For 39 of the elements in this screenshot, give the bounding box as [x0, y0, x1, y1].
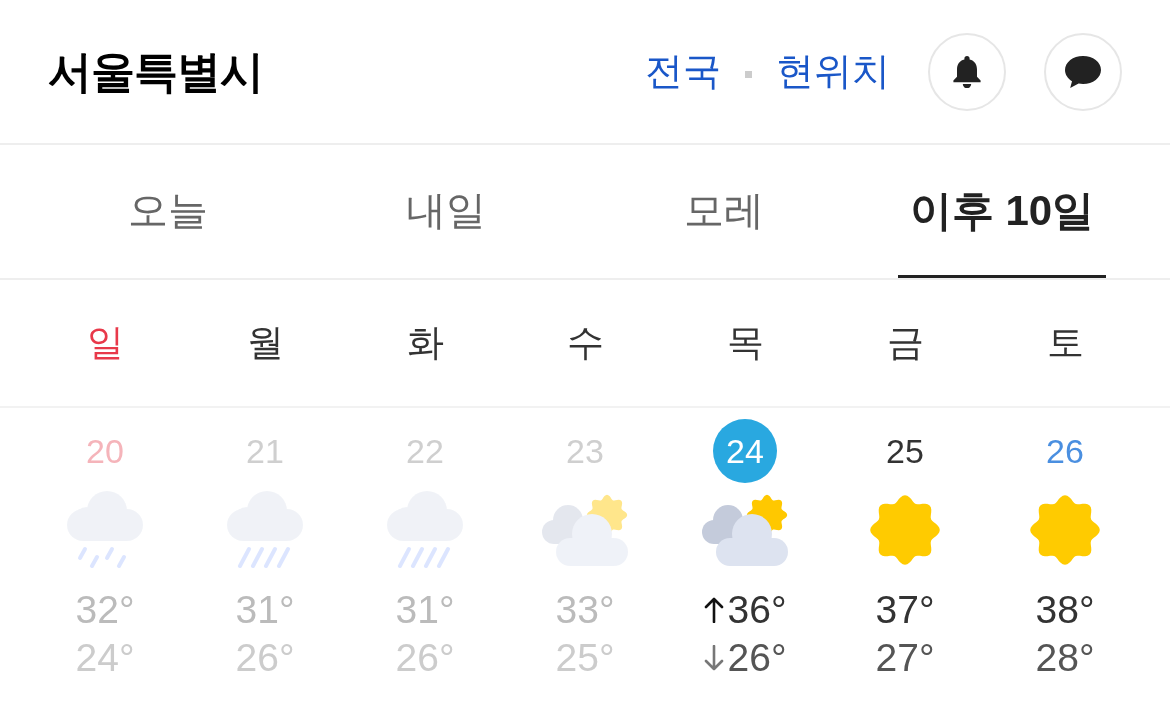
- high-temperature: 36°: [727, 586, 787, 633]
- weekday-label: 목: [726, 321, 764, 366]
- date-label: 26: [1045, 430, 1085, 472]
- city-title: 서울특별시: [48, 45, 263, 98]
- weekday-label: 화: [406, 321, 444, 366]
- down-arrow-icon: [703, 645, 724, 671]
- high-temperature: 37°: [875, 586, 935, 633]
- bell-icon: [952, 55, 982, 88]
- date-label: 24: [713, 419, 777, 483]
- date-label: 20: [85, 430, 125, 472]
- sun-behind-clouds-icon: [702, 494, 788, 566]
- tab[interactable]: 모레: [672, 145, 776, 278]
- date-label: 25: [885, 430, 925, 472]
- weekday-label: 월: [246, 321, 284, 366]
- weekday-label: 수: [566, 321, 604, 366]
- tab[interactable]: 내일: [394, 145, 498, 278]
- sun-behind-clouds-icon: [542, 494, 628, 566]
- low-temperature: 28°: [1035, 634, 1095, 681]
- up-arrow-icon: [703, 597, 724, 623]
- location-link[interactable]: 현위치: [776, 43, 890, 100]
- high-temperature: 32°: [75, 586, 135, 633]
- high-temperature: 33°: [555, 586, 615, 633]
- weekday-label: 일: [86, 321, 124, 366]
- weekday-label: 토: [1046, 321, 1084, 366]
- high-temperature: 31°: [395, 586, 455, 633]
- low-temperature: 26°: [727, 634, 787, 681]
- tab[interactable]: 이후 10일: [897, 145, 1107, 278]
- location-link[interactable]: 전국: [645, 43, 721, 100]
- speech-bubble-icon: [1065, 55, 1101, 88]
- rain-cloud-icon: [387, 491, 463, 569]
- rain-cloud-icon: [227, 491, 303, 569]
- sun-icon: [870, 495, 940, 565]
- sun-icon: [1030, 495, 1100, 565]
- high-temperature: 38°: [1035, 586, 1095, 633]
- weekday-label: 금: [886, 321, 924, 366]
- high-temperature: 31°: [235, 586, 295, 633]
- tab[interactable]: 오늘: [116, 145, 220, 278]
- low-temperature: 27°: [875, 634, 935, 681]
- drizzle-cloud-icon: [67, 491, 143, 569]
